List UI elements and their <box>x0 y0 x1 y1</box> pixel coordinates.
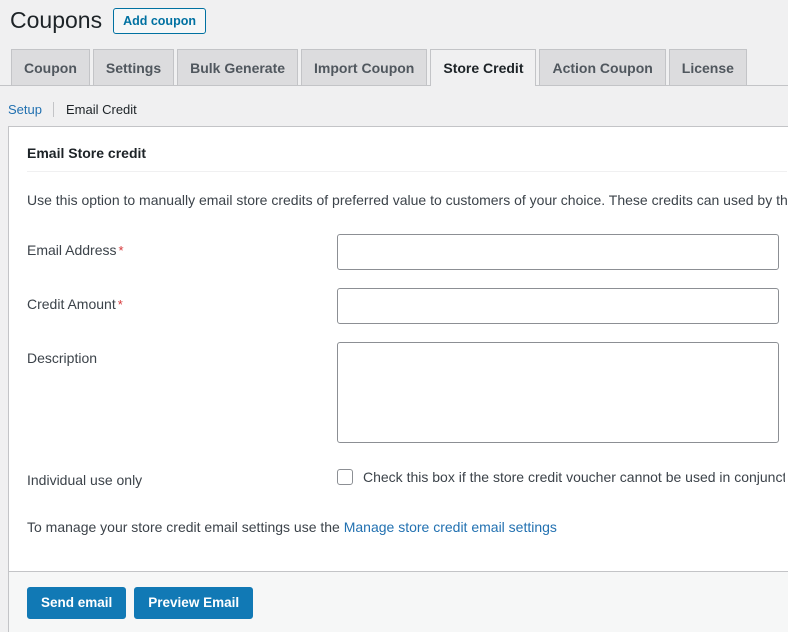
credit-amount-input[interactable] <box>337 288 779 324</box>
form-row-credit-amount: Credit Amount * <box>9 279 788 333</box>
page-title: Coupons <box>10 7 103 34</box>
preview-email-button[interactable]: Preview Email <box>134 586 254 619</box>
subnav-item-setup[interactable]: Setup <box>8 102 53 117</box>
email-field-wrap <box>337 234 788 270</box>
individual-use-checkbox[interactable] <box>337 468 353 485</box>
send-email-button[interactable]: Send email <box>27 586 127 619</box>
form-table: Email Address * Credit Amount * Descript… <box>9 225 788 498</box>
email-input[interactable] <box>337 234 779 270</box>
form-row-description: Description <box>9 333 788 452</box>
tab-strip: Coupon Settings Bulk Generate Import Cou… <box>0 46 788 86</box>
individual-use-field-label: Individual use only <box>27 472 143 488</box>
tab-coupon[interactable]: Coupon <box>11 49 90 85</box>
tab-import-coupon[interactable]: Import Coupon <box>301 49 428 85</box>
section-description: Use this option to manually email store … <box>27 192 788 208</box>
form-row-individual-use: Individual use only Check this box if th… <box>9 452 788 498</box>
subnav: Setup Email Credit <box>8 98 137 120</box>
credit-amount-field-label: Credit Amount * <box>27 288 337 314</box>
description-field-wrap <box>337 342 788 443</box>
tab-settings[interactable]: Settings <box>92 49 175 85</box>
credit-amount-label-text: Credit Amount <box>27 296 116 312</box>
tab-action-coupon[interactable]: Action Coupon <box>539 49 666 85</box>
add-coupon-button[interactable]: Add coupon <box>113 8 206 34</box>
section-title: Email Store credit <box>27 145 787 172</box>
credit-amount-field-wrap <box>337 288 788 324</box>
required-asterisk-email: * <box>118 243 124 258</box>
content-panel: Email Store credit Use this option to ma… <box>8 126 788 632</box>
manage-settings-line: To manage your store credit email settin… <box>27 517 788 538</box>
form-row-email: Email Address * <box>9 225 788 279</box>
panel-body: Email Store credit Use this option to ma… <box>9 127 788 538</box>
tab-store-credit[interactable]: Store Credit <box>430 49 537 86</box>
individual-use-field-wrap: Check this box if the store credit vouch… <box>337 468 788 485</box>
email-label-text: Email Address <box>27 242 117 258</box>
page-header: Coupons Add coupon <box>10 2 206 40</box>
manage-settings-prefix: To manage your store credit email settin… <box>27 519 344 536</box>
description-field-label: Description <box>27 350 98 366</box>
panel-footer: Send email Preview Email <box>9 571 788 632</box>
description-textarea[interactable] <box>337 342 779 443</box>
manage-store-credit-email-settings-link[interactable]: Manage store credit email settings <box>344 519 557 535</box>
tab-bulk-generate[interactable]: Bulk Generate <box>177 49 299 85</box>
subnav-item-email-credit[interactable]: Email Credit <box>54 102 137 117</box>
individual-use-checkbox-label[interactable]: Check this box if the store credit vouch… <box>353 469 785 485</box>
admin-page: Coupons Add coupon Coupon Settings Bulk … <box>0 0 788 632</box>
email-field-label: Email Address * <box>27 234 337 260</box>
tab-license[interactable]: License <box>668 49 747 85</box>
required-asterisk-credit: * <box>117 297 123 312</box>
